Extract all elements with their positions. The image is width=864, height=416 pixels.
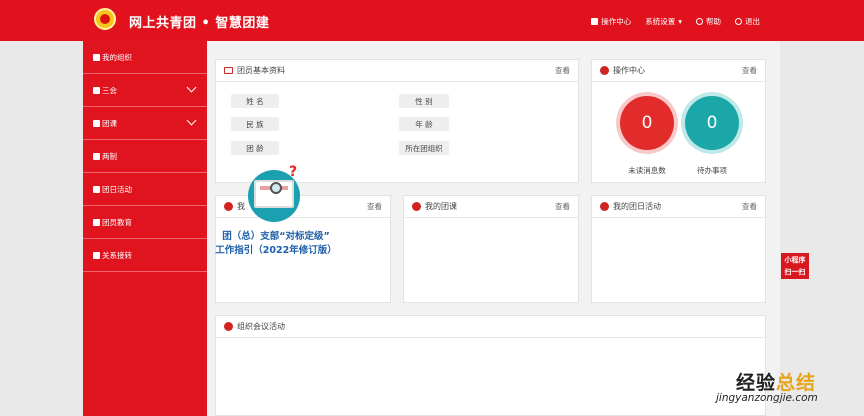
sidebar: 我的组织 三会 团课 两制 团日活动 团员教育 关系接转: [83, 41, 207, 416]
banner-line-1: 团（总）支部“对标定级”: [222, 231, 330, 242]
top-nav: 操作中心 系统设置 ▾ 帮助 退出: [591, 16, 760, 27]
question-mark-icon: ?: [289, 164, 298, 180]
gear-icon: [600, 66, 609, 75]
sidebar-item-label: 团日活动: [102, 184, 132, 194]
watermark: 经验总结: [736, 368, 816, 395]
guide-banner[interactable]: 团（总）支部“对标定级” 工作指引（2022年修订版）: [215, 230, 337, 258]
card-title: 团员基本资料: [237, 66, 285, 75]
field-organization: 所在团组织: [399, 141, 449, 155]
card-header: 我的团日活动 查看: [592, 196, 765, 218]
sidebar-item-label: 我的组织: [102, 52, 132, 62]
mini-program-scan-tag[interactable]: 小程序 扫一扫: [781, 253, 809, 279]
sidebar-item-label: 三会: [102, 85, 117, 95]
id-card-icon: [224, 67, 233, 74]
power-icon: [735, 18, 742, 25]
nav-operation-center[interactable]: 操作中心: [591, 16, 631, 27]
sidebar-item-member-education[interactable]: 团员教育: [83, 206, 207, 239]
target-icon: [93, 152, 100, 160]
view-more-link[interactable]: 查看: [742, 201, 757, 212]
card-header: 我 查看: [216, 196, 390, 218]
view-more-link[interactable]: 查看: [555, 65, 570, 76]
nav-label: 帮助: [706, 17, 721, 26]
mail-icon: [591, 18, 599, 25]
todo-label: 待办事项: [697, 166, 727, 175]
todo-count-badge[interactable]: 0: [685, 96, 739, 150]
flag-icon: [224, 202, 233, 211]
magnifier-icon: [270, 182, 282, 194]
chat-icon: [600, 202, 609, 211]
chevron-down-icon: [186, 115, 197, 126]
my-league-day-card: 我的团日活动 查看: [591, 195, 766, 303]
sidebar-item-league-class[interactable]: 团课: [83, 107, 207, 140]
sidebar-item-three-meetings[interactable]: 三会: [83, 74, 207, 107]
card-header: 团员基本资料 查看: [216, 60, 578, 82]
org-meetings-card: 组织会议活动: [215, 315, 766, 416]
pencil-icon: [412, 202, 421, 211]
app-title: 网上共青团 • 智慧团建: [129, 16, 270, 31]
sidebar-item-league-day[interactable]: 团日活动: [83, 173, 207, 206]
refresh-icon: [93, 251, 100, 259]
mini-line-2: 扫一扫: [784, 268, 806, 276]
recycle-icon: [93, 185, 100, 193]
watermark-url: jingyanzongjie.com: [716, 392, 818, 404]
unread-count-badge[interactable]: 0: [620, 96, 674, 150]
card-title: 组织会议活动: [237, 322, 285, 331]
sidebar-item-label: 团课: [102, 118, 117, 128]
banner-line-2: 工作指引（2022年修订版）: [215, 245, 337, 256]
chevron-down-icon: ▾: [678, 17, 682, 26]
sidebar-item-label: 关系接转: [102, 250, 132, 260]
sidebar-item-label: 两制: [102, 151, 117, 161]
watermark-text-a: 经验: [736, 372, 777, 394]
nav-label: 操作中心: [601, 17, 632, 26]
folder-icon: [93, 119, 100, 127]
field-name: 姓 名: [231, 94, 279, 108]
nav-help[interactable]: 帮助: [696, 16, 721, 27]
field-gender: 性 别: [399, 94, 449, 108]
mini-line-1: 小程序: [784, 256, 806, 264]
chevron-down-icon: [186, 82, 197, 93]
page-gutter: [780, 41, 864, 416]
field-ethnicity: 民 族: [231, 117, 279, 131]
card-header: 操作中心 查看: [592, 60, 765, 82]
view-more-link[interactable]: 查看: [367, 201, 382, 212]
sidebar-item-label: 团员教育: [102, 217, 132, 227]
card-title: 我: [237, 202, 245, 211]
card-title: 我的团日活动: [613, 202, 661, 211]
card-title: 我的团课: [425, 202, 457, 211]
help-icon: [696, 18, 703, 25]
calendar-icon: [224, 322, 233, 331]
sidebar-item-two-systems[interactable]: 两制: [83, 140, 207, 173]
field-league-age: 团 龄: [231, 141, 279, 155]
checkbox-icon: [93, 86, 100, 94]
card-title: 操作中心: [613, 66, 645, 75]
sidebar-item-relation-transfer[interactable]: 关系接转: [83, 239, 207, 272]
nav-label: 系统设置: [645, 17, 676, 26]
top-bar: 网上共青团 • 智慧团建 操作中心 系统设置 ▾ 帮助 退出: [0, 0, 864, 41]
users-icon: [93, 53, 100, 61]
card-header: 我的团课 查看: [404, 196, 578, 218]
graduation-cap-icon: [93, 218, 100, 226]
watermark-text-b: 总结: [776, 372, 817, 394]
sidebar-item-my-org[interactable]: 我的组织: [83, 41, 207, 74]
nav-label: 退出: [745, 17, 760, 26]
field-age: 年 龄: [399, 117, 449, 131]
nav-system-settings[interactable]: 系统设置 ▾: [645, 16, 682, 27]
my-league-class-card: 我的团课 查看: [403, 195, 579, 303]
nav-logout[interactable]: 退出: [735, 16, 760, 27]
card-header: 组织会议活动: [216, 316, 765, 338]
view-more-link[interactable]: 查看: [742, 65, 757, 76]
league-emblem-icon: [94, 8, 116, 30]
view-more-link[interactable]: 查看: [555, 201, 570, 212]
